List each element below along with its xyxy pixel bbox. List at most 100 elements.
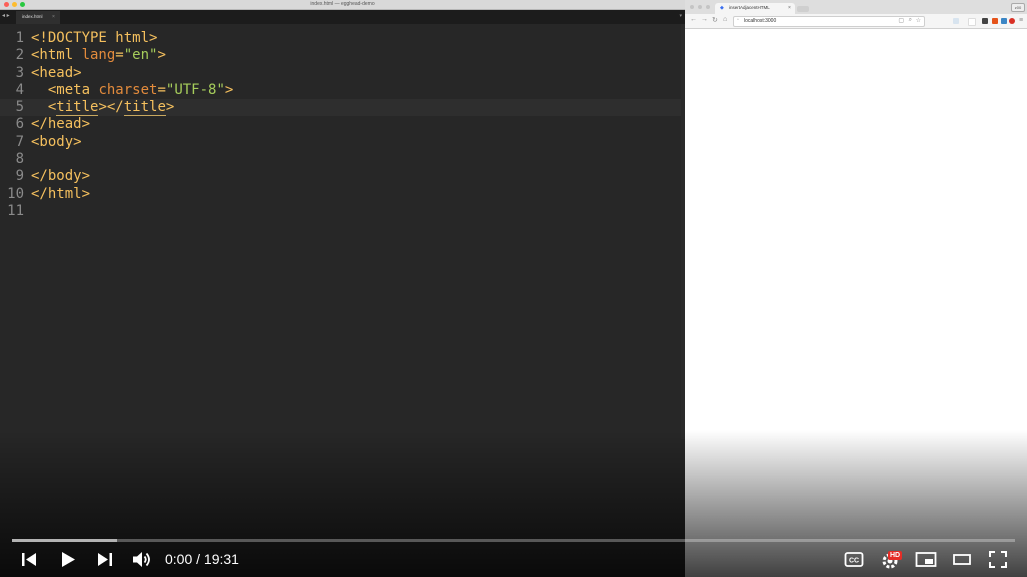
code-token: < [31,99,57,116]
line-number: 1 [15,30,24,46]
line-source: <html lang="en"> [31,47,166,64]
theater-icon [953,554,971,565]
code-token: = [115,47,124,64]
zoom-badge[interactable]: z00 [1011,3,1025,12]
line-source: <meta charset="UTF-8"> [31,81,234,99]
previous-button[interactable] [20,551,38,573]
line-number: 11 [7,202,24,219]
code-line[interactable]: 7 <body> [0,134,685,151]
code-line[interactable]: 2 <html lang="en"> [0,47,685,64]
browser-maximize-button[interactable] [706,5,710,9]
fullscreen-icon [989,551,1007,568]
extension-icon[interactable] [1009,18,1015,24]
code-line[interactable]: 1 <!DOCTYPE html> [0,30,685,47]
code-token: ></ [98,99,124,116]
code-line[interactable]: 10 </html> [0,186,685,203]
code-line[interactable]: 4 <meta charset="UTF-8"> [0,82,685,99]
bookmark-star-icon[interactable]: ☆ [916,17,921,24]
browser-close-button[interactable] [690,5,694,9]
tab-nav-arrows-icon[interactable]: ◂ ▸ [2,12,10,19]
code-line[interactable]: 8 [0,151,685,168]
editor-window-title: index.html — egghead-demo [310,1,375,7]
home-icon[interactable]: ⌂ [723,16,727,23]
line-number: 7 [15,133,24,150]
editor-titlebar: index.html — egghead-demo [0,0,685,10]
page-action-icon[interactable]: ▢ [898,17,904,24]
tab-label: index.html [22,14,43,19]
tab-close-icon[interactable]: × [52,14,55,20]
back-icon[interactable]: ← [690,16,697,23]
player-controls-shade [0,430,1027,577]
browser-tab[interactable]: ◆ insertAdjacentHTML × [715,3,795,14]
skip-previous-icon [22,553,36,566]
pocket-icon[interactable] [982,18,988,24]
forward-icon[interactable]: → [701,16,708,23]
code-line[interactable]: 11 [0,203,685,220]
extension-icon[interactable] [953,18,959,24]
next-button[interactable] [96,551,114,573]
code-line[interactable]: 3 <head> [0,65,685,82]
code-token: title [123,99,166,117]
code-token: title [56,99,99,117]
extension-icon[interactable] [1001,18,1007,24]
code-token: > [165,99,175,116]
code-line[interactable]: 9 </body> [0,168,685,185]
code-token: "UTF-8" [165,81,225,98]
code-token: "en" [123,47,158,64]
volume-icon [133,552,150,567]
line-number: 10 [7,185,24,202]
reload-icon[interactable]: ↻ [712,16,718,24]
captions-button[interactable]: CC [844,551,864,573]
line-number: 6 [15,116,24,133]
hd-badge: HD [888,551,903,560]
line-number: 4 [15,81,24,98]
code-token: = [157,81,166,98]
code-token: > [224,81,234,98]
line-source: <body> [31,134,82,151]
zoom-magnifier-icon[interactable]: ⌕ [909,17,912,24]
code-token: </body> [31,168,91,185]
extension-icon[interactable] [992,18,998,24]
code-area[interactable]: 1 <!DOCTYPE html> 2 <html lang="en"> 3 <head>… [0,30,685,220]
browser-tab-bar: ◆ insertAdjacentHTML × z00 [685,0,1027,14]
code-line[interactable]: 6 </head> [0,116,685,133]
page-info-icon: ▫ [737,17,739,23]
line-source: </head> [31,116,90,133]
extension-icon[interactable] [968,18,976,26]
browser-tab-close-icon[interactable]: × [788,5,791,11]
miniplayer-button[interactable] [915,551,937,573]
tab-dropdown-icon[interactable]: ▾ [679,13,682,19]
address-bar[interactable]: ▫ localhost:3000 ▢ ⌕ ☆ [733,16,925,27]
captions-icon: CC [844,552,864,567]
code-token: <html [31,47,82,64]
code-line[interactable]: 5 <title></title> [0,99,685,117]
fullscreen-button[interactable] [988,550,1008,574]
svg-text:CC: CC [849,558,859,565]
play-button[interactable] [58,550,78,574]
new-tab-button[interactable] [797,6,809,12]
line-source: <head> [31,65,82,82]
menu-icon[interactable]: ≡ [1019,17,1023,24]
progress-bar[interactable] [12,539,1015,542]
editor-tab-bar: ◂ ▸ index.html × ▾ [0,10,685,24]
miniplayer-icon [915,552,937,567]
time-display: 0:00 / 19:31 [165,551,239,567]
volume-button[interactable] [131,550,153,574]
browser-toolbar: ← → ↻ ⌂ ▫ localhost:3000 ▢ ⌕ ☆ ≡ [685,14,1027,29]
theater-mode-button[interactable] [952,551,972,573]
code-token: > [157,47,166,64]
skip-next-icon [98,553,112,566]
code-token: <body> [31,133,82,150]
code-token: </html> [31,185,91,202]
time-current: 0:00 [165,551,193,567]
browser-tab-title: insertAdjacentHTML [729,5,770,10]
code-token: <meta [31,81,99,98]
tab-index-html[interactable]: index.html × [16,11,60,24]
browser-minimize-button[interactable] [698,5,702,9]
line-number: 3 [15,64,24,81]
line-source: <title></title> [31,99,175,117]
code-token: <!DOCTYPE html> [31,30,158,46]
line-number: 2 [15,47,24,64]
play-icon [62,552,75,567]
code-token: </head> [31,116,91,133]
